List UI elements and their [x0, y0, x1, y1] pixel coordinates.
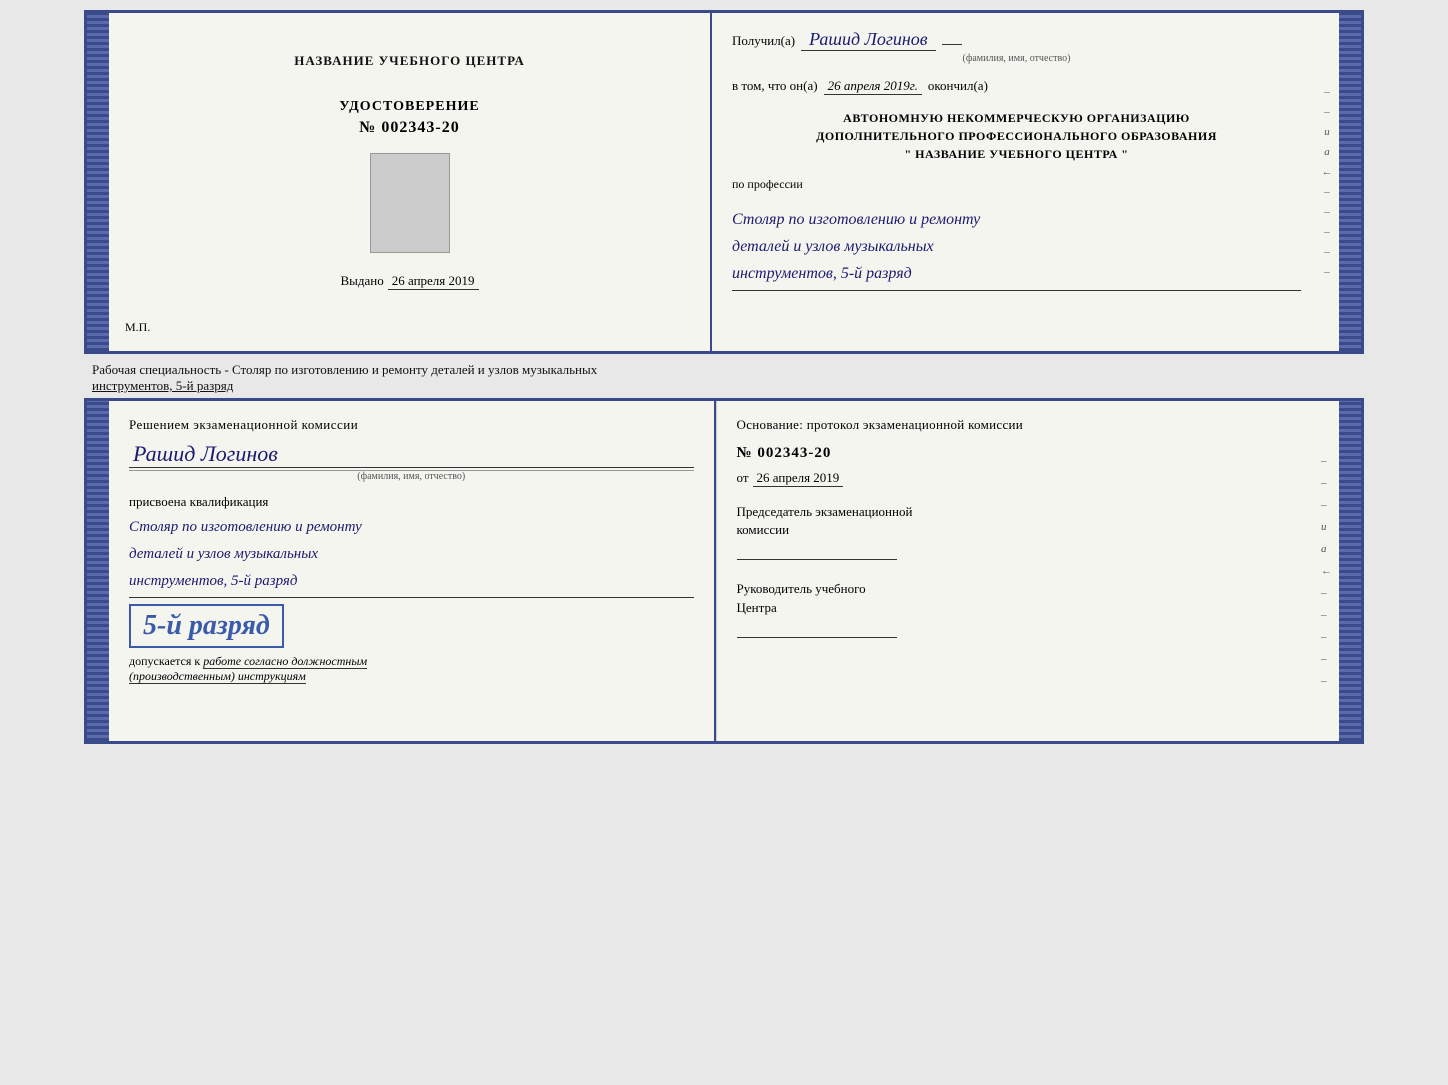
qual-line2: деталей и узлов музыкальных [129, 541, 694, 568]
middle-label-text: Рабочая специальность - Столяр по изгото… [92, 362, 597, 377]
okonchil-label: окончил(а) [928, 78, 988, 94]
prisvoena-label: присвоена квалификация [129, 494, 694, 510]
top-doc-left: НАЗВАНИЕ УЧЕБНОГО ЦЕНТРА УДОСТОВЕРЕНИЕ №… [109, 13, 712, 351]
vydano-date: 26 апреля 2019 [388, 273, 479, 290]
profession-line3: инструментов, 5-й разряд [732, 260, 1301, 287]
qualification-block: Столяр по изготовлению и ремонту деталей… [129, 514, 694, 598]
rukovoditel-signature-line [737, 637, 897, 638]
mp-label: М.П. [125, 320, 150, 335]
rukovoditel-label2: Центра [737, 599, 1302, 617]
bottom-recipient-name: Рашид Логинов [129, 441, 694, 468]
ot-date: 26 апреля 2019 [753, 470, 844, 487]
bottom-fio-sub: (фамилия, имя, отчество) [129, 470, 694, 482]
right-decorative-lines-top: – – и а ← – – – – – [1321, 13, 1339, 351]
udostoverenie-number: № 002343-20 [339, 119, 479, 137]
org-line2: ДОПОЛНИТЕЛЬНОГО ПРОФЕССИОНАЛЬНОГО ОБРАЗО… [732, 127, 1301, 145]
vtom-label: в том, что он(а) [732, 78, 818, 94]
rukovoditel-block: Руководитель учебного Центра [737, 580, 1302, 637]
top-doc-right: Получил(а) Рашид Логинов (фамилия, имя, … [712, 13, 1321, 351]
top-left-title: НАЗВАНИЕ УЧЕБНОГО ЦЕНТРА [294, 53, 525, 69]
top-document: НАЗВАНИЕ УЧЕБНОГО ЦЕНТРА УДОСТОВЕРЕНИЕ №… [84, 10, 1364, 354]
qual-line1: Столяр по изготовлению и ремонту [129, 514, 694, 541]
poluchil-row: Получил(а) Рашид Логинов (фамилия, имя, … [732, 29, 1301, 64]
org-line1: АВТОНОМНУЮ НЕКОММЕРЧЕСКУЮ ОРГАНИЗАЦИЮ [732, 109, 1301, 127]
recipient-name: Рашид Логинов [801, 29, 935, 51]
ot-label: от [737, 470, 749, 486]
spine-left-top [87, 13, 109, 351]
org-block: АВТОНОМНУЮ НЕКОММЕРЧЕСКУЮ ОРГАНИЗАЦИЮ ДО… [732, 109, 1301, 163]
dopuskaetsya-value: работе согласно должностным [203, 654, 367, 669]
profession-line1: Столяр по изготовлению и ремонту [732, 206, 1301, 233]
vtom-date: 26 апреля 2019г. [824, 78, 922, 95]
dopuskaetsya-label: допускается к [129, 654, 200, 668]
predsedatel-signature-line [737, 559, 897, 560]
right-decorative-lines-bottom: – – – и а ← – – – – – [1321, 401, 1339, 741]
spine-left-bottom [87, 401, 109, 741]
osnovanie-title: Основание: протокол экзаменационной коми… [737, 417, 1302, 433]
bottom-name-block: Рашид Логинов (фамилия, имя, отчество) [129, 441, 694, 482]
profession-line2: деталей и узлов музыкальных [732, 233, 1301, 260]
qual-line3: инструментов, 5-й разряд [129, 568, 694, 595]
rukovoditel-label1: Руководитель учебного [737, 580, 1302, 598]
vydano-label: Выдано [340, 273, 383, 289]
predsedatel-block: Председатель экзаменационной комиссии [737, 503, 1302, 560]
predsedatel-label2: комиссии [737, 521, 1302, 539]
profession-block: Столяр по изготовлению и ремонту деталей… [732, 206, 1301, 291]
spine-right-top [1339, 13, 1361, 351]
po-professii-label: по профессии [732, 177, 1301, 192]
vydano-block: Выдано 26 апреля 2019 [340, 273, 478, 290]
spine-right-bottom [1339, 401, 1361, 741]
udostoverenie-label: УДОСТОВЕРЕНИЕ [339, 99, 479, 115]
photo-placeholder [370, 153, 450, 253]
bottom-document: Решением экзаменационной комиссии Рашид … [84, 398, 1364, 744]
bottom-doc-right: Основание: протокол экзаменационной коми… [716, 401, 1322, 741]
predsedatel-label1: Председатель экзаменационной [737, 503, 1302, 521]
bottom-doc-left: Решением экзаменационной комиссии Рашид … [109, 401, 716, 741]
razryad-highlight: 5-й разряд [129, 604, 284, 648]
poluchil-label: Получил(а) [732, 33, 795, 49]
dopuskaetsya-value2: (производственным) инструкциям [129, 669, 306, 684]
protocol-number: № 002343-20 [737, 445, 1302, 462]
dash-after-name [942, 44, 962, 45]
udostoverenie-block: УДОСТОВЕРЕНИЕ № 002343-20 [339, 99, 479, 137]
fio-subtitle-top: (фамилия, имя, отчество) [732, 53, 1301, 64]
vtom-row: в том, что он(а) 26 апреля 2019г. окончи… [732, 78, 1301, 95]
resheniem-title: Решением экзаменационной комиссии [129, 417, 694, 433]
org-line3: " НАЗВАНИЕ УЧЕБНОГО ЦЕНТРА " [732, 145, 1301, 163]
middle-label-underline: инструментов, 5-й разряд [92, 378, 233, 393]
dopuskaetsya-block: допускается к работе согласно должностны… [129, 654, 694, 684]
middle-label: Рабочая специальность - Столяр по изгото… [84, 358, 1364, 398]
ot-line: от 26 апреля 2019 [737, 470, 1302, 487]
